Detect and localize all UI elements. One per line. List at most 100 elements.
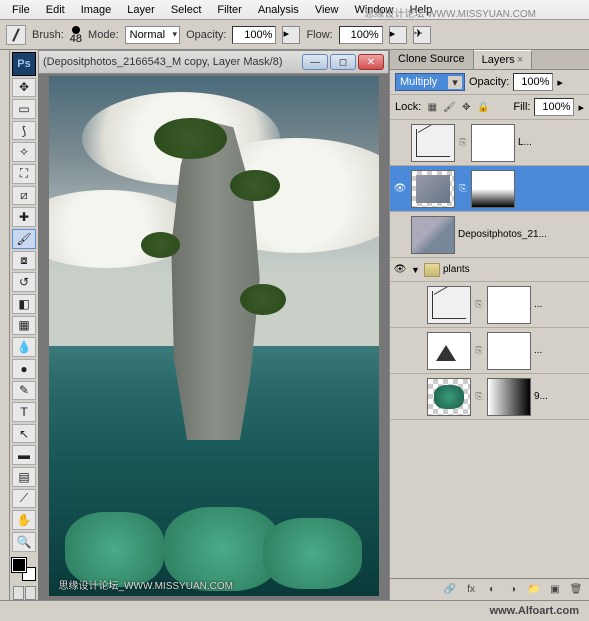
layer-mask-thumb[interactable] bbox=[487, 286, 531, 324]
layer-mask-thumb[interactable] bbox=[487, 332, 531, 370]
history-brush-tool[interactable]: ↺ bbox=[12, 272, 36, 292]
fill-input[interactable]: 100% bbox=[534, 98, 574, 116]
fg-bg-swatch[interactable] bbox=[12, 558, 36, 582]
slice-tool[interactable]: ⧄ bbox=[12, 186, 36, 206]
document-image: 思缘设计论坛_WWW.MISSYUAN.COM bbox=[49, 76, 379, 596]
layer-thumb-levels[interactable] bbox=[427, 332, 471, 370]
layer-row[interactable]: Depositphotos_21... bbox=[390, 212, 589, 258]
menu-filter[interactable]: Filter bbox=[209, 1, 249, 19]
opacity-input[interactable]: 100% bbox=[232, 26, 276, 44]
lock-pixels-icon[interactable]: 🖌 bbox=[442, 100, 456, 114]
marquee-tool[interactable]: ▭ bbox=[12, 99, 36, 119]
layer-row[interactable]: ⎘ ... bbox=[390, 328, 589, 374]
menu-analysis[interactable]: Analysis bbox=[250, 1, 307, 19]
path-tool[interactable]: ↖ bbox=[12, 424, 36, 444]
menu-select[interactable]: Select bbox=[163, 1, 210, 19]
flow-input[interactable]: 100% bbox=[339, 26, 383, 44]
dodge-tool[interactable]: ● bbox=[12, 359, 36, 379]
menu-edit[interactable]: Edit bbox=[38, 1, 73, 19]
visibility-toggle[interactable] bbox=[408, 389, 424, 405]
mode-label: Mode: bbox=[88, 29, 119, 41]
layer-mask-thumb[interactable] bbox=[471, 170, 515, 208]
move-tool[interactable]: ✥ bbox=[12, 78, 36, 98]
visibility-toggle[interactable] bbox=[392, 262, 408, 278]
canvas[interactable]: 思缘设计论坛_WWW.MISSYUAN.COM bbox=[38, 74, 389, 600]
layer-row[interactable]: ⎘ ... bbox=[390, 282, 589, 328]
mask-icon[interactable]: ◐ bbox=[483, 582, 501, 598]
fx-icon[interactable]: fx bbox=[462, 582, 480, 598]
adjustment-icon[interactable]: ◑ bbox=[504, 582, 522, 598]
layer-name[interactable]: L... bbox=[518, 137, 587, 148]
footer-link[interactable]: www.Alfoart.com bbox=[490, 605, 579, 617]
ps-logo-icon: Ps bbox=[12, 52, 36, 76]
layer-row[interactable]: ⎘ bbox=[390, 166, 589, 212]
crop-tool[interactable]: ⛶ bbox=[12, 164, 36, 184]
layer-thumb[interactable] bbox=[411, 170, 455, 208]
layer-thumb-curves[interactable] bbox=[411, 124, 455, 162]
layer-row[interactable]: ⎘ L... bbox=[390, 120, 589, 166]
blur-tool[interactable]: 💧 bbox=[12, 337, 36, 357]
panel-dock-strip[interactable] bbox=[0, 50, 10, 600]
menu-file[interactable]: File bbox=[4, 1, 38, 19]
brush-tool[interactable]: 🖌 bbox=[12, 229, 36, 249]
eraser-tool[interactable]: ◧ bbox=[12, 294, 36, 314]
blend-mode-dropdown[interactable]: Normal bbox=[125, 26, 180, 44]
layer-thumb[interactable] bbox=[411, 216, 455, 254]
layer-name[interactable]: ... bbox=[534, 345, 587, 356]
layer-thumb-curves[interactable] bbox=[427, 286, 471, 324]
link-layers-icon[interactable]: 🔗 bbox=[441, 582, 459, 598]
disclosure-icon[interactable]: ▼ bbox=[411, 265, 421, 275]
flyout-icon[interactable]: ▸ bbox=[578, 101, 584, 114]
layer-name[interactable]: 9... bbox=[534, 391, 587, 402]
trash-icon[interactable]: 🗑 bbox=[567, 582, 585, 598]
hand-tool[interactable]: ✋ bbox=[12, 510, 36, 530]
heal-tool[interactable]: ✚ bbox=[12, 207, 36, 227]
lasso-tool[interactable]: ⟆ bbox=[12, 121, 36, 141]
notes-tool[interactable]: ▤ bbox=[12, 467, 36, 487]
lock-all-icon[interactable]: 🔒 bbox=[476, 100, 490, 114]
visibility-toggle[interactable] bbox=[392, 135, 408, 151]
layer-name[interactable]: Depositphotos_21... bbox=[458, 229, 587, 240]
visibility-toggle[interactable] bbox=[392, 227, 408, 243]
opacity-flyout-icon[interactable]: ▸ bbox=[282, 26, 300, 44]
flow-flyout-icon[interactable]: ▸ bbox=[389, 26, 407, 44]
tab-layers[interactable]: Layers× bbox=[474, 50, 532, 69]
layer-thumb[interactable] bbox=[427, 378, 471, 416]
visibility-toggle[interactable] bbox=[408, 297, 424, 313]
brush-tool-icon[interactable] bbox=[6, 25, 26, 45]
lock-transparent-icon[interactable]: ▦ bbox=[425, 100, 439, 114]
visibility-toggle[interactable] bbox=[392, 181, 408, 197]
menu-view[interactable]: View bbox=[307, 1, 347, 19]
layer-mask-thumb[interactable] bbox=[487, 378, 531, 416]
menu-image[interactable]: Image bbox=[73, 1, 120, 19]
layer-row[interactable]: ⎘ 9... bbox=[390, 374, 589, 420]
layer-name[interactable]: plants bbox=[443, 264, 587, 275]
shape-tool[interactable]: ▬ bbox=[12, 445, 36, 465]
new-layer-icon[interactable]: ▣ bbox=[546, 582, 564, 598]
lock-position-icon[interactable]: ✥ bbox=[459, 100, 473, 114]
visibility-toggle[interactable] bbox=[408, 343, 424, 359]
layer-blendmode-dropdown[interactable]: Multiply bbox=[395, 73, 465, 91]
maximize-button[interactable]: ◻ bbox=[330, 54, 356, 70]
quickmask-toggle[interactable] bbox=[13, 586, 36, 600]
tab-clone-source[interactable]: Clone Source bbox=[390, 50, 474, 69]
wand-tool[interactable]: ✧ bbox=[12, 142, 36, 162]
layer-mask-thumb[interactable] bbox=[471, 124, 515, 162]
layer-opacity-input[interactable]: 100% bbox=[513, 73, 553, 91]
type-tool[interactable]: T bbox=[12, 402, 36, 422]
stamp-tool[interactable]: ⧇ bbox=[12, 251, 36, 271]
layer-group-row[interactable]: ▼ plants bbox=[390, 258, 589, 282]
layer-name[interactable]: ... bbox=[534, 299, 587, 310]
menu-layer[interactable]: Layer bbox=[119, 1, 163, 19]
flyout-icon[interactable]: ▸ bbox=[557, 76, 563, 89]
gradient-tool[interactable]: ▦ bbox=[12, 316, 36, 336]
eyedropper-tool[interactable]: ⟋ bbox=[12, 489, 36, 509]
tab-close-icon[interactable]: × bbox=[517, 54, 523, 66]
brush-size-picker[interactable]: 48 bbox=[70, 26, 82, 44]
close-button[interactable]: ✕ bbox=[358, 54, 384, 70]
airbrush-icon[interactable]: ✈ bbox=[413, 26, 431, 44]
pen-tool[interactable]: ✎ bbox=[12, 381, 36, 401]
zoom-tool[interactable]: 🔍 bbox=[12, 532, 36, 552]
minimize-button[interactable]: — bbox=[302, 54, 328, 70]
group-icon[interactable]: 📁 bbox=[525, 582, 543, 598]
